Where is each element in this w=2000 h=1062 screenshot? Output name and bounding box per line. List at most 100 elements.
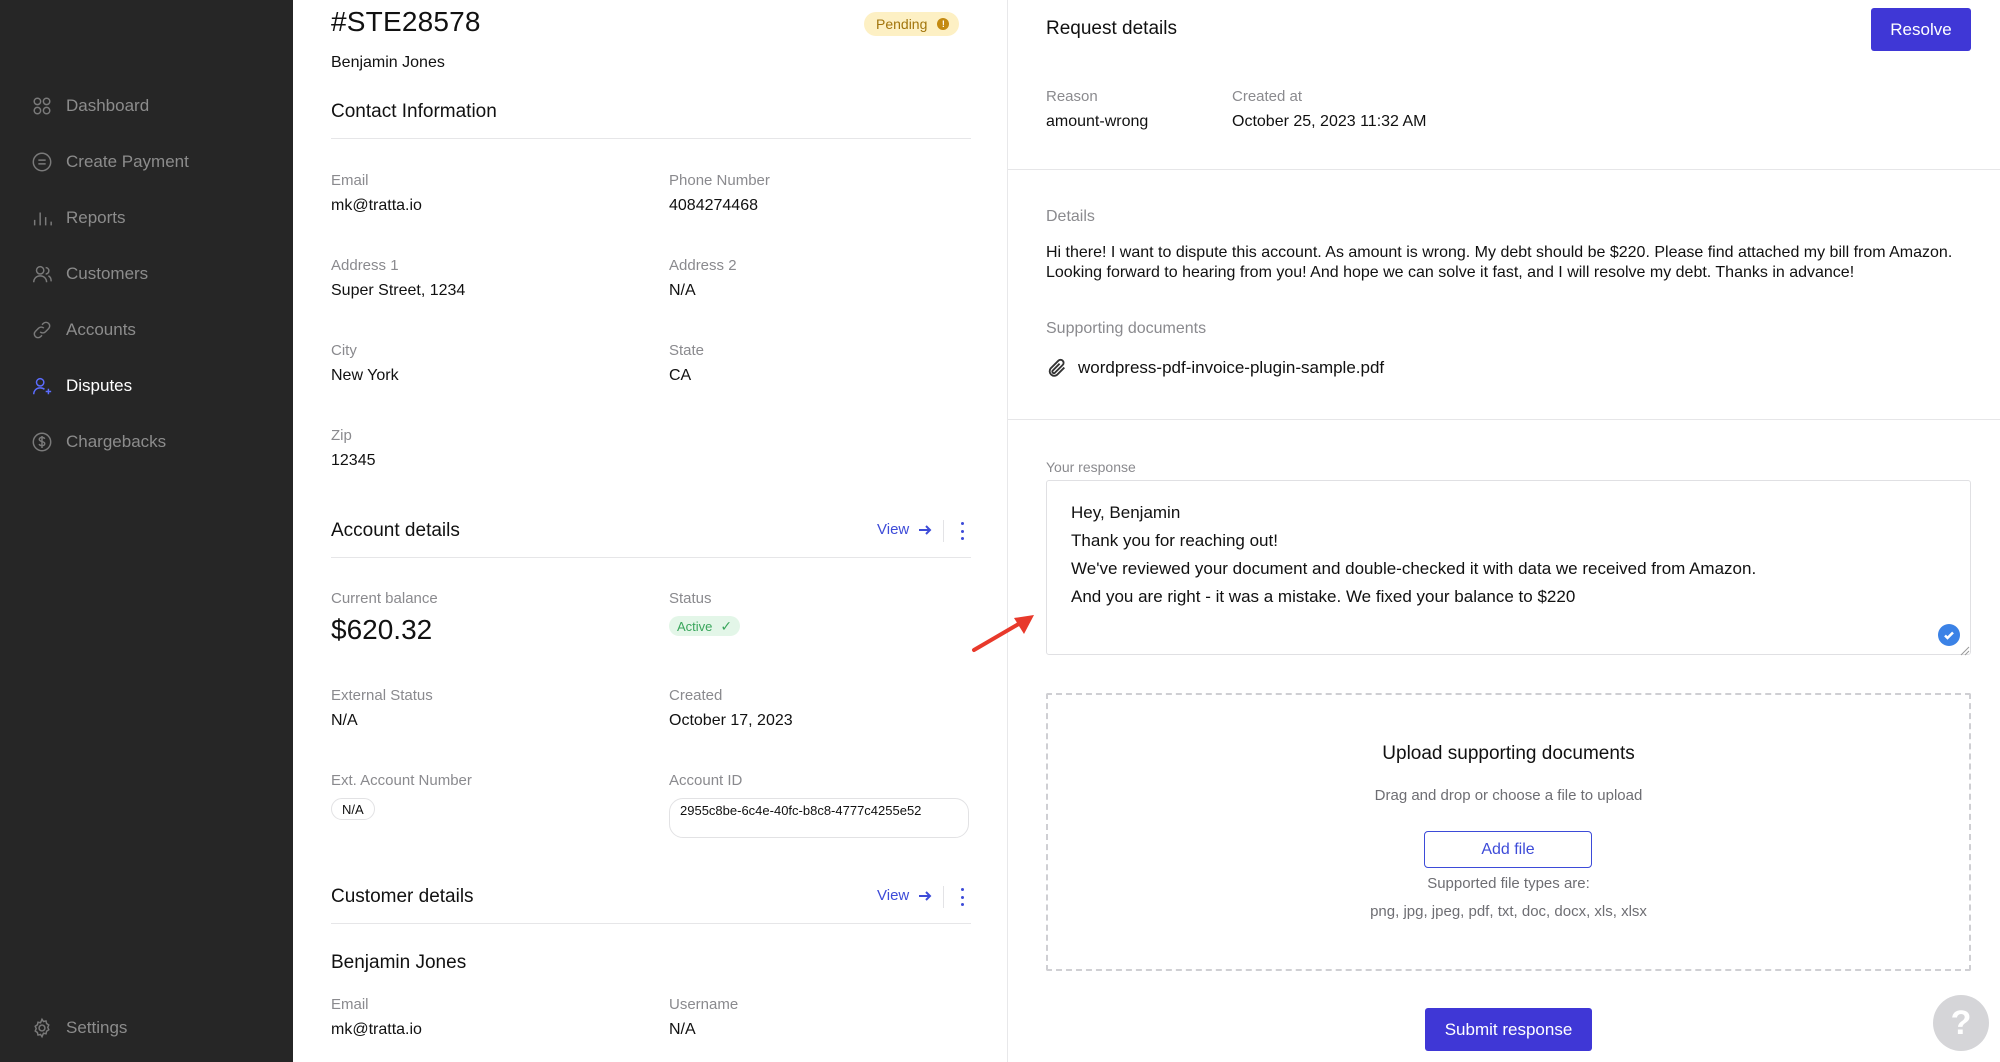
- ext-account-number-label: Ext. Account Number: [331, 772, 472, 789]
- customers-icon: [30, 262, 54, 286]
- customer-name: Benjamin Jones: [331, 952, 467, 973]
- supporting-document-link[interactable]: wordpress-pdf-invoice-plugin-sample.pdf: [1046, 357, 1384, 379]
- external-status-value: N/A: [331, 712, 358, 729]
- request-panel: Request details Resolve Reason amount-wr…: [1008, 0, 2000, 1062]
- annotation-arrow-icon: [972, 615, 1034, 652]
- info-icon: !: [937, 18, 950, 30]
- reports-icon: [30, 206, 54, 230]
- account-status-label: Status: [669, 590, 712, 607]
- paperclip-icon: [1048, 358, 1065, 377]
- dispute-summary-panel: #STE28578 Pending ! Benjamin Jones Conta…: [293, 0, 1008, 1062]
- response-textarea[interactable]: Hey, Benjamin Thank you for reaching out…: [1046, 480, 1971, 655]
- dispute-id: #STE28578: [331, 6, 481, 37]
- account-created-label: Created: [669, 687, 723, 704]
- city-label: City: [331, 342, 357, 359]
- upload-drop-zone[interactable]: Upload supporting documents Drag and dro…: [1046, 693, 1971, 971]
- divider: [943, 886, 944, 908]
- dollar-circle-icon: [30, 430, 54, 454]
- view-link-label: View: [877, 887, 910, 904]
- response-line: We've reviewed your document and double-…: [1071, 559, 1757, 578]
- document-name: wordpress-pdf-invoice-plugin-sample.pdf: [1078, 358, 1385, 377]
- supporting-documents-label: Supporting documents: [1046, 320, 1207, 337]
- details-text: Hi there! I want to dispute this account…: [1046, 244, 1953, 281]
- resolve-button[interactable]: Resolve: [1871, 8, 1971, 51]
- city-value: New York: [331, 367, 399, 384]
- upload-subtitle: Drag and drop or choose a file to upload: [1374, 787, 1643, 804]
- account-details-title: Account details: [331, 520, 460, 541]
- gear-icon: [30, 1016, 54, 1040]
- reason-value: amount-wrong: [1046, 113, 1149, 130]
- sidebar-item-chargebacks[interactable]: Chargebacks: [0, 414, 293, 470]
- add-file-button[interactable]: Add file: [1424, 831, 1592, 868]
- sidebar-item-label: Disputes: [66, 376, 133, 395]
- sidebar-item-disputes[interactable]: Disputes: [0, 358, 293, 414]
- account-created-value: October 17, 2023: [669, 712, 793, 729]
- state-label: State: [669, 342, 705, 359]
- account-view-link[interactable]: View: [877, 521, 933, 538]
- reason-label: Reason: [1046, 88, 1098, 105]
- submit-response-button[interactable]: Submit response: [1425, 1008, 1592, 1051]
- customer-email-label: Email: [331, 996, 369, 1013]
- response-line: And you are right - it was a mistake. We…: [1071, 587, 1576, 606]
- resize-handle[interactable]: [1960, 643, 1970, 656]
- user-plus-icon: [30, 374, 54, 398]
- supported-types-list: png, jpg, jpeg, pdf, txt, doc, docx, xls…: [1370, 903, 1647, 920]
- customer-details-title: Customer details: [331, 886, 474, 907]
- customer-email-value: mk@tratta.io: [331, 1021, 422, 1038]
- account-status-badge: Active ✓: [669, 616, 741, 636]
- sidebar-item-reports[interactable]: Reports: [0, 190, 293, 246]
- address2-value: N/A: [669, 282, 696, 299]
- sidebar-item-label: Customers: [66, 264, 149, 283]
- phone-value: 4084274468: [669, 197, 758, 214]
- link-icon: [30, 318, 54, 342]
- sidebar-item-create-payment[interactable]: Create Payment: [0, 134, 293, 190]
- sidebar-nav: Dashboard Create Payment Reports Custome…: [0, 78, 293, 470]
- sidebar-item-customers[interactable]: Customers: [0, 246, 293, 302]
- created-at-label: Created at: [1232, 88, 1303, 105]
- sidebar-item-label: Create Payment: [66, 152, 189, 171]
- address1-value: Super Street, 1234: [331, 282, 466, 299]
- customer-view-link[interactable]: View: [877, 887, 933, 904]
- upload-title: Upload supporting documents: [1382, 743, 1635, 764]
- arrow-right-icon: [919, 524, 932, 535]
- payment-icon: [30, 150, 54, 174]
- supported-types-label: Supported file types are:: [1427, 875, 1590, 892]
- help-button[interactable]: ?: [1933, 995, 1989, 1051]
- arrow-right-icon: [919, 890, 932, 901]
- divider: [331, 923, 971, 924]
- sidebar-item-dashboard[interactable]: Dashboard: [0, 78, 293, 134]
- account-id-value: 2955c8be-6c4e-40fc-b8c8-4777c4255e52: [669, 798, 969, 838]
- phone-label: Phone Number: [669, 172, 770, 189]
- sidebar-item-label: Chargebacks: [66, 432, 167, 451]
- contact-information-title: Contact Information: [331, 101, 497, 122]
- divider: [943, 520, 944, 542]
- dashboard-icon: [30, 94, 54, 118]
- address2-label: Address 2: [669, 257, 737, 274]
- account-more-options-button[interactable]: [957, 522, 967, 540]
- username-label: Username: [669, 996, 739, 1013]
- username-value: N/A: [669, 1021, 696, 1038]
- ext-account-number-value: N/A: [331, 798, 375, 820]
- current-balance-value: $620.32: [331, 614, 433, 645]
- state-value: CA: [669, 367, 692, 384]
- details-label: Details: [1046, 208, 1095, 225]
- debtor-name: Benjamin Jones: [331, 54, 445, 71]
- status-badge: Pending !: [864, 12, 960, 36]
- response-line: Hey, Benjamin: [1071, 503, 1181, 522]
- check-icon: ✓: [720, 617, 733, 634]
- current-balance-label: Current balance: [331, 590, 438, 607]
- external-status-label: External Status: [331, 687, 433, 704]
- response-line: Thank you for reaching out!: [1071, 531, 1278, 550]
- customer-more-options-button[interactable]: [957, 888, 967, 906]
- zip-label: Zip: [331, 427, 352, 444]
- sidebar-item-accounts[interactable]: Accounts: [0, 302, 293, 358]
- sidebar: Dashboard Create Payment Reports Custome…: [0, 0, 293, 1062]
- status-badge-label: Pending: [876, 16, 928, 32]
- view-link-label: View: [877, 521, 910, 538]
- email-label: Email: [331, 172, 369, 189]
- zip-value: 12345: [331, 452, 376, 469]
- response-label: Your response: [1046, 459, 1136, 475]
- divider: [331, 138, 971, 139]
- check-circle-icon: [1938, 624, 1960, 646]
- sidebar-item-settings[interactable]: Settings: [0, 1000, 293, 1056]
